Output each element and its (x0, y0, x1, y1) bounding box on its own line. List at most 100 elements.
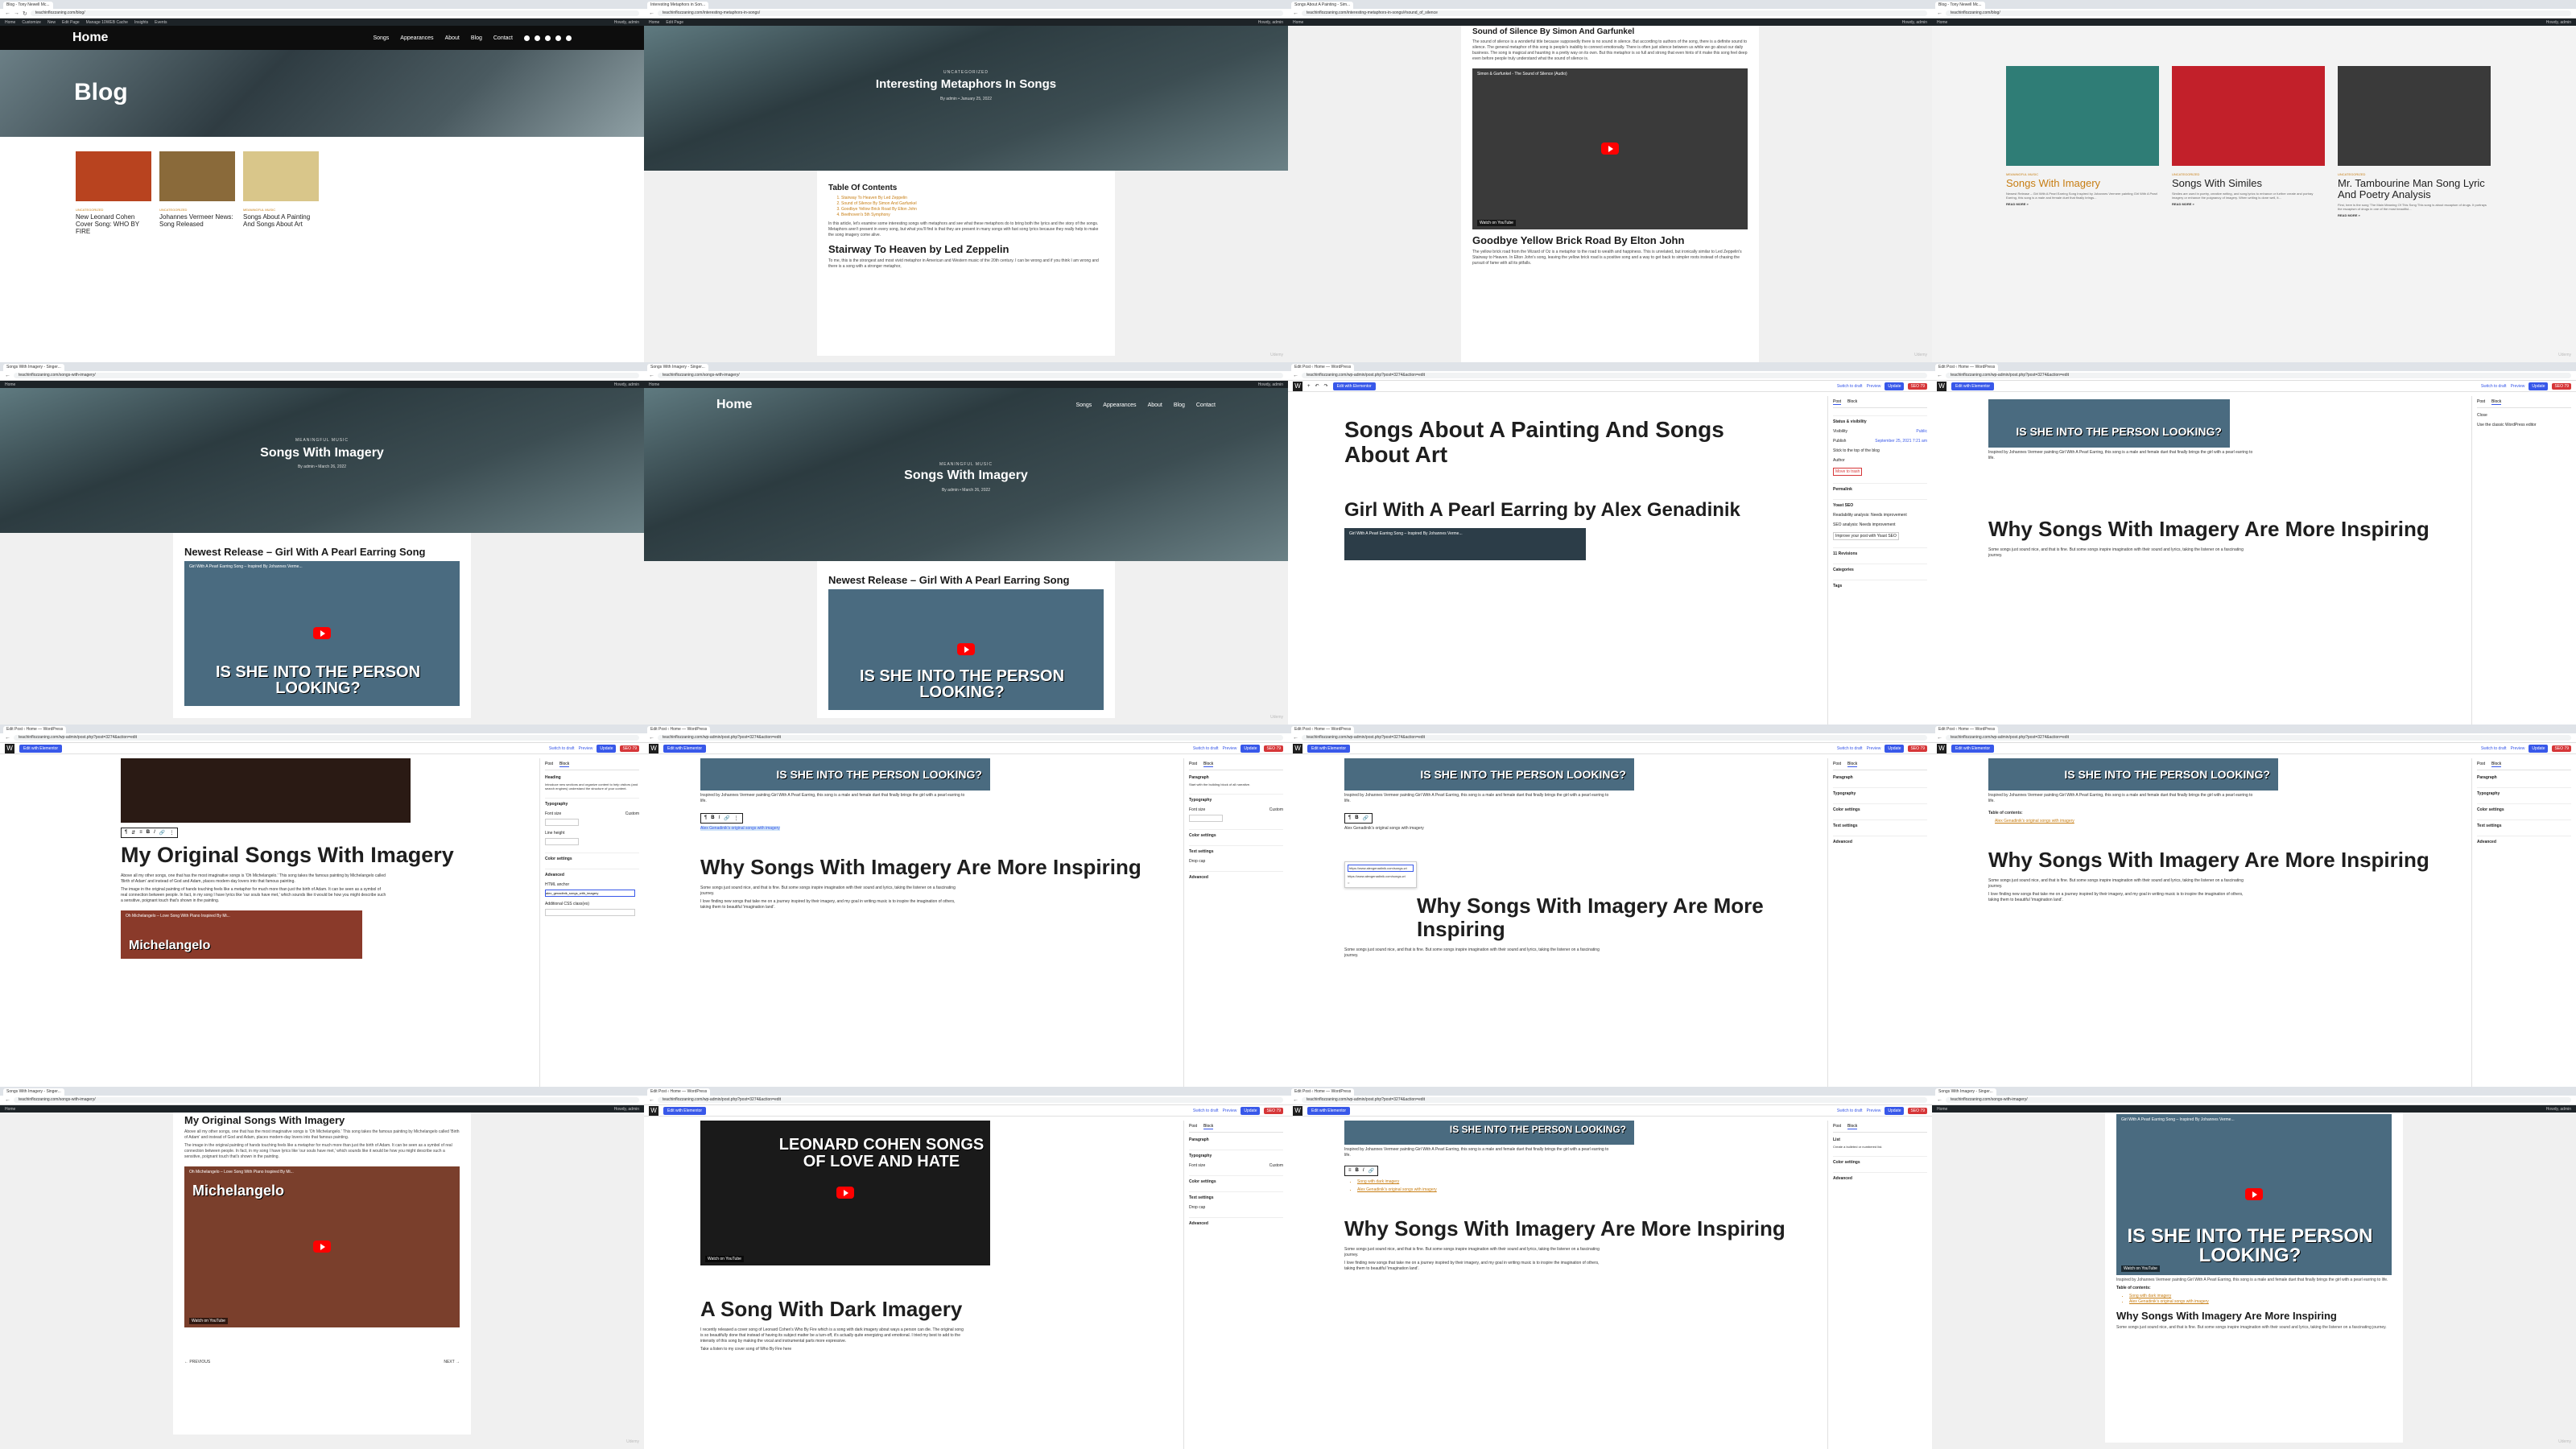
admin-home[interactable]: Home (5, 20, 15, 25)
switch-to-draft-button[interactable]: Switch to draft (549, 746, 575, 751)
back-icon[interactable]: ← (5, 1097, 10, 1103)
wordpress-icon[interactable]: W (5, 743, 14, 753)
switch-to-draft-button[interactable]: Switch to draft (1837, 746, 1863, 751)
advanced-panel[interactable]: Advanced (545, 869, 639, 877)
browser-tab[interactable]: Interesting Metaphors in Son... (647, 2, 709, 9)
paragraph-block[interactable]: Above all my other songs, one that has t… (121, 873, 386, 885)
admin-howdy[interactable]: Howdy, admin (1258, 20, 1283, 25)
switch-to-draft-button[interactable]: Switch to draft (2481, 746, 2507, 751)
visibility-value[interactable]: Public (1916, 429, 1927, 434)
card-title[interactable]: Songs With Imagery (2006, 178, 2159, 189)
blog-card[interactable]: UNCATEGORIZED Johannes Vermeer News: Son… (159, 151, 235, 235)
post-category[interactable]: UNCATEGORIZED (644, 70, 1288, 75)
post-title-field[interactable]: Songs About A Painting And Songs About A… (1344, 417, 1787, 467)
edit-with-elementor-button[interactable]: Edit with Elementor (1307, 744, 1351, 753)
youtube-embed[interactable]: Girl With A Pearl Earring Song – Inspire… (2116, 1114, 2392, 1275)
typography-panel[interactable]: Typography (2477, 787, 2571, 796)
tab-post[interactable]: Post (1833, 1124, 1841, 1129)
seo-score-badge[interactable]: SEO 79 (2552, 382, 2571, 390)
blog-card[interactable]: MEANINGFUL MUSIC Songs About A Painting … (243, 151, 319, 235)
update-button[interactable]: Update (1885, 1106, 1905, 1115)
browser-tab[interactable]: Edit Post ‹ Home — WordPress (1291, 1088, 1355, 1096)
card-category[interactable]: MEANINGFUL MUSIC (243, 208, 319, 212)
youtube-embed[interactable]: Oh Michelangelo – Love Song With Piano I… (121, 910, 362, 959)
admin-cache[interactable]: Manage 10WEB Cache (86, 20, 128, 25)
color-settings-panel[interactable]: Color settings (2477, 803, 2571, 812)
bold-icon[interactable]: B (1355, 815, 1358, 821)
admin-new[interactable]: New (47, 20, 56, 25)
admin-home[interactable]: Home (649, 20, 659, 25)
close-tip-button[interactable]: Close (2477, 413, 2487, 418)
advanced-panel[interactable]: Advanced (2477, 836, 2571, 844)
admin-home[interactable]: Home (1937, 1107, 1947, 1112)
preview-button[interactable]: Preview (1223, 1108, 1237, 1113)
youtube-embed[interactable]: Oh Michelangelo – Love Song With Piano I… (184, 1166, 460, 1327)
italic-icon[interactable]: I (1363, 1168, 1364, 1174)
tab-post[interactable]: Post (1189, 1124, 1197, 1129)
watch-on-youtube[interactable]: Watch on YouTube (2121, 1265, 2160, 1272)
edit-with-elementor-button[interactable]: Edit with Elementor (663, 744, 707, 753)
back-icon[interactable]: ← (1937, 10, 1942, 16)
block-type-icon[interactable]: ¶ (1348, 815, 1351, 821)
paragraph-block[interactable]: Inspired by Johannes Vermeer painting Gi… (1344, 1147, 1610, 1158)
switch-to-draft-button[interactable]: Switch to draft (1193, 746, 1219, 751)
paragraph-block[interactable]: Some songs just sound nice, and that is … (700, 886, 966, 897)
back-icon[interactable]: ← (5, 735, 10, 741)
paragraph-block[interactable]: I love finding new songs that take me on… (1988, 892, 2254, 903)
menu-item-blog[interactable]: Blog (1174, 402, 1185, 408)
twitter-icon[interactable] (545, 35, 551, 41)
advanced-panel[interactable]: Advanced (1833, 1172, 1927, 1181)
preview-button[interactable]: Preview (1867, 384, 1881, 389)
seo-score-badge[interactable]: SEO 79 (1264, 745, 1283, 752)
list-block[interactable]: Song with dark imagery Alex Genadinik's … (1344, 1179, 1787, 1193)
back-icon[interactable]: ← (649, 735, 654, 741)
paragraph-block[interactable]: I love finding new songs that take me on… (700, 899, 966, 910)
paragraph-block[interactable]: Take a listen to my cover song of Who By… (700, 1347, 966, 1352)
youtube-embed[interactable]: LEONARD COHEN SONGS OF LOVE AND HATE Wat… (700, 1121, 990, 1265)
typography-panel[interactable]: Typography (1189, 794, 1283, 803)
card-title[interactable]: New Leonard Cohen Cover Song: WHO BY FIR… (76, 213, 151, 235)
card-category[interactable]: UNCATEGORIZED (2172, 172, 2325, 176)
admin-howdy[interactable]: Howdy, admin (614, 1107, 639, 1112)
url-field[interactable]: teachinflozzaning.com/wp-admin/post.php?… (1946, 373, 2571, 378)
youtube-embed[interactable]: IS SHE INTO THE PERSON LOOKING? (1988, 758, 2278, 791)
play-icon[interactable] (313, 1241, 331, 1253)
toc-link-text[interactable]: Song with dark imagery (2129, 1294, 2171, 1298)
wordpress-icon[interactable]: W (1937, 743, 1946, 753)
color-settings-panel[interactable]: Color settings (1189, 829, 1283, 838)
paragraph-block[interactable]: Some songs just sound nice, and that is … (1988, 878, 2254, 890)
advanced-panel[interactable]: Advanced (1189, 1217, 1283, 1226)
update-button[interactable]: Update (1241, 1106, 1261, 1115)
preview-button[interactable]: Preview (1223, 746, 1237, 751)
seo-score-badge[interactable]: SEO 79 (620, 745, 639, 752)
switch-to-draft-button[interactable]: Switch to draft (1193, 1108, 1219, 1113)
add-block-icon[interactable]: + (1307, 384, 1311, 389)
update-button[interactable]: Update (2529, 744, 2549, 753)
toc-link[interactable]: Alex Genadinik's original songs with ima… (1995, 819, 2074, 824)
update-button[interactable]: Update (1885, 382, 1905, 390)
switch-to-draft-button[interactable]: Switch to draft (2481, 384, 2507, 389)
play-icon[interactable] (2245, 1188, 2263, 1200)
blog-card[interactable]: UNCATEGORIZED Songs With Similes Similes… (2172, 66, 2325, 217)
switch-to-draft-button[interactable]: Switch to draft (1837, 1108, 1863, 1113)
tab-post[interactable]: Post (1833, 399, 1842, 405)
line-height-input[interactable] (545, 838, 579, 845)
next-post-link[interactable]: NEXT → (444, 1360, 460, 1364)
back-icon[interactable]: ← (5, 373, 10, 378)
site-logo[interactable]: Home (72, 31, 108, 45)
menu-item-appearances[interactable]: Appearances (1103, 402, 1136, 408)
url-field[interactable]: teachinflozzaning.com/songs-with-imagery… (14, 1097, 639, 1103)
card-image[interactable] (243, 151, 319, 201)
tab-post[interactable]: Post (545, 762, 553, 767)
improve-yoast-button[interactable]: Improve your post with Yoast SEO (1833, 532, 1899, 540)
browser-tab[interactable]: Edit Post ‹ Home — WordPress (647, 1088, 711, 1096)
admin-howdy[interactable]: Howdy, admin (2546, 20, 2571, 25)
heading-block[interactable]: Why Songs With Imagery Are More Inspirin… (1344, 894, 1787, 941)
paragraph-block[interactable]: Some songs just sound nice, and that is … (1344, 1247, 1610, 1258)
toc-label[interactable]: Table of contents: (1988, 811, 2254, 816)
text-settings-panel[interactable]: Text settings (1833, 819, 1927, 828)
back-icon[interactable]: ← (1293, 735, 1298, 741)
card-image[interactable] (2338, 66, 2491, 166)
tab-post[interactable]: Post (1833, 762, 1841, 767)
yoast-panel[interactable]: Yoast SEO (1833, 499, 1927, 508)
